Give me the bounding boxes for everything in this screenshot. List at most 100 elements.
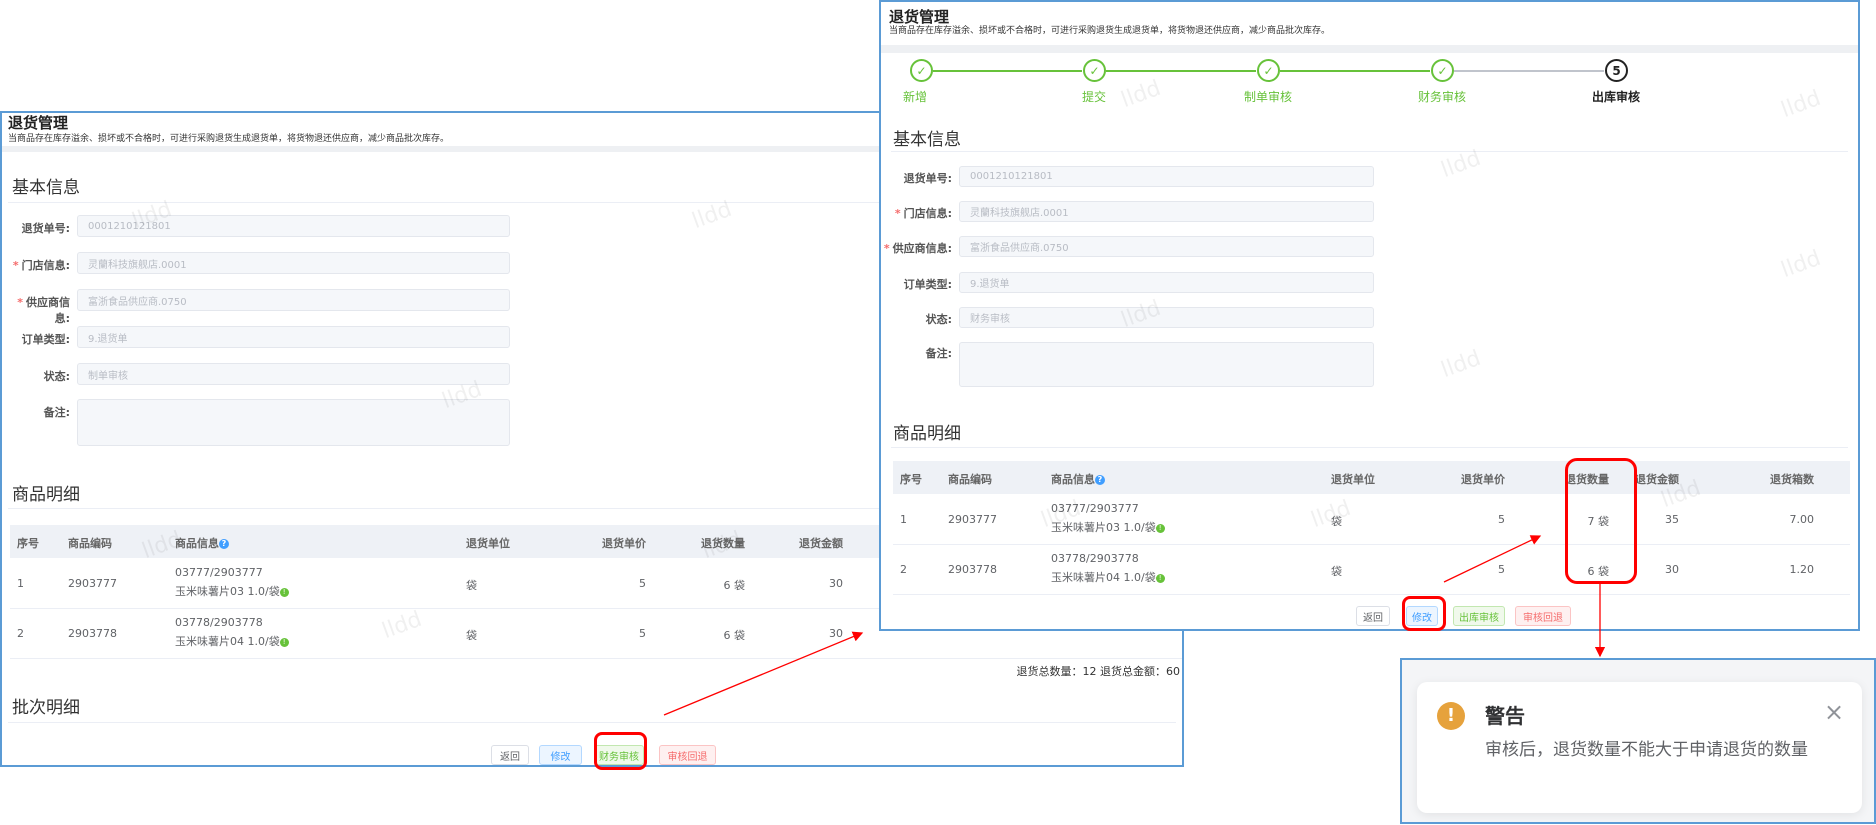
label-order-type: 订单类型: bbox=[903, 278, 952, 291]
cell-info-code: 03777/2903777 bbox=[175, 566, 263, 579]
cell-amount: 30 bbox=[1665, 563, 1679, 576]
step-connector bbox=[1280, 70, 1430, 72]
back-button[interactable]: 返回 bbox=[1356, 606, 1390, 626]
product-name: 玉米味薯片04 1.0/袋 bbox=[175, 635, 280, 648]
section-batch-detail: 批次明细 bbox=[12, 698, 80, 718]
header-text: 商品信息 bbox=[175, 537, 219, 550]
highlight-finance-audit-button bbox=[594, 732, 647, 770]
column-header-boxes: 退货箱数 bbox=[1770, 473, 1814, 486]
label-remark: 备注: bbox=[925, 347, 952, 360]
cell-index: 2 bbox=[900, 563, 907, 576]
page-description: 当商品存在库存溢余、损坏或不合格时，可进行采购退货生成退货单，将货物退还供应商，… bbox=[8, 134, 450, 144]
watermark: lldd bbox=[378, 606, 426, 645]
cell-code: 2903778 bbox=[948, 563, 997, 576]
step-3-check-icon: ✓ bbox=[1257, 59, 1280, 82]
column-header-code: 商品编码 bbox=[948, 473, 992, 486]
column-header-info: 商品信息? bbox=[1051, 471, 1105, 487]
cell-code: 2903777 bbox=[948, 513, 997, 526]
watermark: lldd bbox=[1117, 75, 1165, 114]
supplier-input[interactable]: 富浙食品供应商.0750 bbox=[959, 236, 1374, 257]
info-icon[interactable]: ! bbox=[1155, 573, 1165, 583]
info-icon[interactable]: ! bbox=[279, 587, 289, 597]
help-icon[interactable]: ? bbox=[1095, 475, 1105, 485]
cell-index: 2 bbox=[17, 627, 24, 640]
section-goods-detail: 商品明细 bbox=[893, 424, 961, 444]
cell-amount: 35 bbox=[1665, 513, 1679, 526]
label-supplier: * 供应商信息: bbox=[883, 242, 952, 255]
section-basic-info: 基本信息 bbox=[12, 178, 80, 198]
product-name: 玉米味薯片03 1.0/袋 bbox=[1051, 521, 1156, 534]
remark-textarea[interactable] bbox=[77, 399, 510, 446]
step-label: 提交 bbox=[1081, 90, 1107, 104]
column-header-info: 商品信息? bbox=[175, 535, 229, 551]
cell-unit: 袋 bbox=[1331, 565, 1342, 578]
highlight-qty-column bbox=[1565, 458, 1637, 584]
cell-qty: 6 袋 bbox=[723, 629, 746, 642]
status-input[interactable]: 制单审核 bbox=[77, 363, 510, 385]
cell-qty: 6 袋 bbox=[723, 579, 746, 592]
back-button[interactable]: 返回 bbox=[491, 745, 529, 765]
cell-price: 5 bbox=[1498, 513, 1505, 526]
column-header-amount: 退货金额 bbox=[799, 537, 843, 550]
column-header-code: 商品编码 bbox=[68, 537, 112, 550]
totals-summary: 退货总数量：12 退货总金额：60 bbox=[1016, 665, 1181, 678]
label-remark: 备注: bbox=[43, 406, 70, 419]
divider bbox=[891, 447, 1848, 448]
cell-info-name: 玉米味薯片03 1.0/袋! bbox=[175, 583, 289, 599]
outbound-audit-button[interactable]: 出库审核 bbox=[1453, 606, 1505, 626]
step-label: 财务审核 bbox=[1417, 90, 1467, 104]
product-name: 玉米味薯片04 1.0/袋 bbox=[1051, 571, 1156, 584]
cell-amount: 30 bbox=[829, 577, 843, 590]
cell-code: 2903778 bbox=[68, 627, 117, 640]
step-label: 出库审核 bbox=[1591, 90, 1641, 104]
audit-reject-button[interactable]: 审核回退 bbox=[1515, 606, 1571, 626]
label-status: 状态: bbox=[925, 313, 952, 326]
remark-textarea[interactable] bbox=[959, 342, 1374, 387]
return-detail-panel-outbound-audit: 退货管理 当商品存在库存溢余、损坏或不合格时，可进行采购退货生成退货单，将货物退… bbox=[879, 0, 1860, 631]
cell-boxes: 1.20 bbox=[1789, 563, 1815, 576]
return-no-input[interactable]: 0001210121801 bbox=[77, 215, 510, 237]
order-type-input[interactable]: 9.退货单 bbox=[77, 326, 510, 348]
step-connector bbox=[933, 70, 1082, 72]
header-text: 商品信息 bbox=[1051, 473, 1095, 486]
warning-notification: ! 警告 审核后，退货数量不能大于申请退货的数量 × bbox=[1417, 682, 1862, 813]
store-input[interactable]: 灵蘭科技旗舰店.0001 bbox=[959, 201, 1374, 222]
cell-info-code: 03777/2903777 bbox=[1051, 502, 1139, 515]
cell-info-code: 03778/2903778 bbox=[1051, 552, 1139, 565]
info-icon[interactable]: ! bbox=[279, 637, 289, 647]
step-connector bbox=[1106, 70, 1256, 72]
step-1-check-icon: ✓ bbox=[910, 59, 933, 82]
step-connector bbox=[1454, 70, 1604, 72]
audit-reject-button[interactable]: 审核回退 bbox=[659, 745, 716, 765]
return-no-input[interactable]: 0001210121801 bbox=[959, 166, 1374, 187]
column-header-qty: 退货数量 bbox=[701, 537, 745, 550]
column-header-unit: 退货单位 bbox=[466, 537, 510, 550]
cell-info-name: 玉米味薯片04 1.0/袋! bbox=[1051, 569, 1165, 585]
cell-boxes: 7.00 bbox=[1789, 513, 1815, 526]
supplier-input[interactable]: 富浙食品供应商.0750 bbox=[77, 289, 510, 311]
page-title: 退货管理 bbox=[8, 114, 69, 132]
page-description: 当商品存在库存溢余、损坏或不合格时，可进行采购退货生成退货单，将货物退还供应商，… bbox=[889, 26, 1331, 36]
cell-code: 2903777 bbox=[68, 577, 117, 590]
column-header-unit: 退货单位 bbox=[1331, 473, 1375, 486]
column-header-index: 序号 bbox=[17, 537, 39, 550]
cell-unit: 袋 bbox=[466, 579, 477, 592]
divider bbox=[891, 151, 1848, 152]
highlight-edit-button bbox=[1402, 596, 1446, 631]
row-divider bbox=[893, 544, 1850, 545]
column-header-price: 退货单价 bbox=[1461, 473, 1505, 486]
label-status: 状态: bbox=[43, 370, 70, 383]
product-name: 玉米味薯片03 1.0/袋 bbox=[175, 585, 280, 598]
edit-button[interactable]: 修改 bbox=[539, 745, 582, 765]
store-input[interactable]: 灵蘭科技旗舰店.0001 bbox=[77, 252, 510, 274]
label-text: 门店信息: bbox=[903, 207, 952, 220]
step-5-number: 5 bbox=[1605, 59, 1628, 82]
row-divider bbox=[893, 594, 1850, 595]
help-icon[interactable]: ? bbox=[219, 539, 229, 549]
column-header-price: 退货单价 bbox=[602, 537, 646, 550]
order-type-input[interactable]: 9.退货单 bbox=[959, 272, 1374, 293]
status-input[interactable]: 财务审核 bbox=[959, 307, 1374, 328]
cell-info-name: 玉米味薯片04 1.0/袋! bbox=[175, 633, 289, 649]
close-icon[interactable]: × bbox=[1824, 698, 1844, 726]
info-icon[interactable]: ! bbox=[1155, 523, 1165, 533]
